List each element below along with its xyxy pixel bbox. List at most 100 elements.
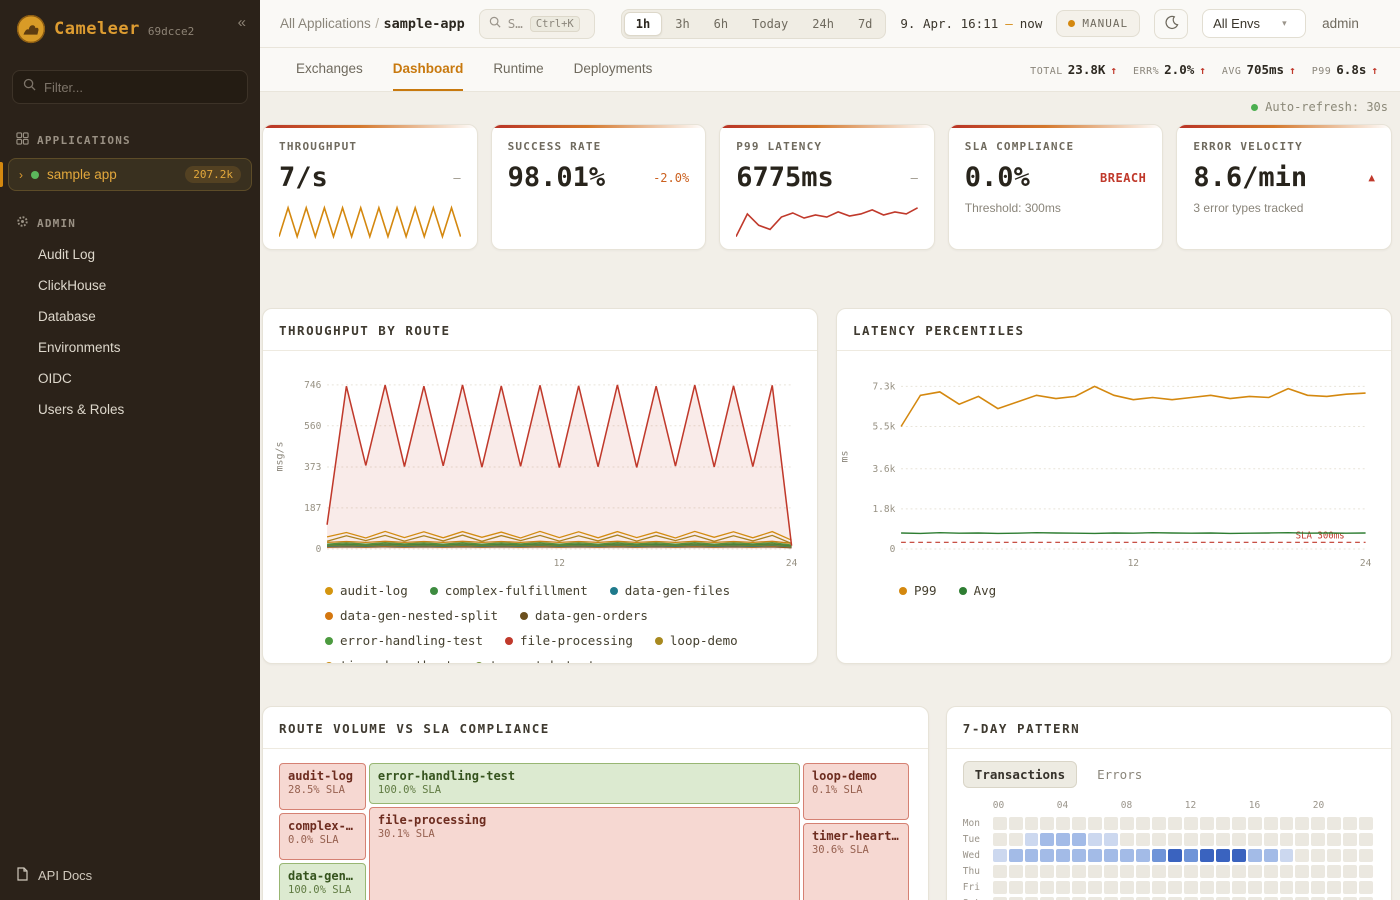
legend-item-timer-heartbeat[interactable]: timer-heartbeat xyxy=(325,658,453,664)
sidebar-header: Cameleer 69dcce2 « xyxy=(0,0,260,54)
tab-runtime[interactable]: Runtime xyxy=(493,48,543,91)
legend-dot-icon xyxy=(430,587,438,595)
filter-input[interactable] xyxy=(44,80,237,95)
heatmap-cell xyxy=(1264,865,1278,878)
dark-mode-toggle[interactable] xyxy=(1154,9,1188,39)
tile-label: timer-heartbeat xyxy=(812,829,900,843)
heatmap-day-label: Wed xyxy=(963,850,993,861)
legend-item-error-handling-test[interactable]: error-handling-test xyxy=(325,633,483,648)
env-select[interactable]: All Envs ▾ xyxy=(1202,9,1306,38)
heatmap-tab-errors[interactable]: Errors xyxy=(1085,761,1154,788)
collapse-sidebar-button[interactable]: « xyxy=(238,14,246,31)
kpi-change: BREACH xyxy=(1100,171,1146,185)
latency-chart: 01.8k3.6k5.5k7.3k1224SLA 300ms xyxy=(863,361,1377,573)
svg-text:3.6k: 3.6k xyxy=(872,464,895,475)
tile-sla-value: 0.0% SLA xyxy=(288,834,357,846)
tab-dashboard[interactable]: Dashboard xyxy=(393,48,464,91)
time-range-6h[interactable]: 6h xyxy=(703,12,739,36)
heatmap-cell xyxy=(1280,833,1294,846)
treemap-tile-file-processing[interactable]: file-processing30.1% SLA xyxy=(369,807,800,900)
global-search[interactable]: S… Ctrl+K xyxy=(479,9,595,39)
tab-deployments[interactable]: Deployments xyxy=(574,48,653,91)
stat-avg: AVG705ms↑ xyxy=(1222,62,1296,77)
throughput-chart: 01873735607461224 xyxy=(289,361,803,573)
user-menu[interactable]: admin xyxy=(1322,16,1359,31)
sidebar-item-environments[interactable]: Environments xyxy=(0,332,260,363)
heatmap-cell xyxy=(1200,849,1214,862)
heatmap-cell xyxy=(1168,865,1182,878)
heatmap-cell xyxy=(993,833,1007,846)
breadcrumb-parent[interactable]: All Applications xyxy=(280,16,371,31)
tabbar: Exchanges Dashboard Runtime Deployments TOT… xyxy=(260,48,1400,92)
heatmap-cell xyxy=(1264,881,1278,894)
heatmap-cell xyxy=(1088,849,1102,862)
legend-label: file-processing xyxy=(520,633,633,648)
treemap-tile-audit-log[interactable]: audit-log28.5% SLA xyxy=(279,763,366,810)
legend-item-data-gen-files[interactable]: data-gen-files xyxy=(610,583,730,598)
heatmap-tab-transactions[interactable]: Transactions xyxy=(963,761,1077,788)
heatmap-cell xyxy=(1232,817,1246,830)
legend-item-file-processing[interactable]: file-processing xyxy=(505,633,633,648)
sidebar-item-sample-app[interactable]: › sample app 207.2k xyxy=(8,158,252,191)
legend-dot-icon xyxy=(475,662,483,665)
legend-item-try-catch-test[interactable]: try-catch-test xyxy=(475,658,595,664)
admin-section-header: ADMIN xyxy=(0,215,260,231)
time-range-3h[interactable]: 3h xyxy=(664,12,700,36)
time-range-7d[interactable]: 7d xyxy=(847,12,883,36)
api-docs-label: API Docs xyxy=(38,868,92,883)
treemap-tile-error-handling-test[interactable]: error-handling-test100.0% SLA xyxy=(369,763,800,804)
heatmap-cell xyxy=(1088,833,1102,846)
heatmap-cell xyxy=(1311,833,1325,846)
heatmap-cell xyxy=(1200,881,1214,894)
legend-label: audit-log xyxy=(340,583,408,598)
treemap-tile-data-gen-files[interactable]: data-gen-files100.0% SLA xyxy=(279,863,366,900)
sidebar-item-clickhouse[interactable]: ClickHouse xyxy=(0,270,260,301)
treemap-tile-loop-demo[interactable]: loop-demo0.1% SLA xyxy=(803,763,909,820)
legend-item-p99[interactable]: P99 xyxy=(899,583,937,598)
svg-text:0: 0 xyxy=(316,544,322,555)
heatmap-cell xyxy=(993,865,1007,878)
tile-label: loop-demo xyxy=(812,769,900,783)
heatmap-cell xyxy=(1359,881,1373,894)
sidebar-filter[interactable] xyxy=(12,70,248,104)
time-range-group: 1h3h6hToday24h7d xyxy=(621,9,887,39)
heatmap-cell xyxy=(1088,865,1102,878)
legend-item-audit-log[interactable]: audit-log xyxy=(325,583,408,598)
legend-item-avg[interactable]: Avg xyxy=(959,583,997,598)
heatmap-cell xyxy=(1280,865,1294,878)
heatmap-cell xyxy=(1009,817,1023,830)
heatmap-cell xyxy=(1343,817,1357,830)
heatmap-row-wed: Wed xyxy=(963,848,1375,863)
time-range-today[interactable]: Today xyxy=(741,12,799,36)
svg-text:0: 0 xyxy=(890,544,896,555)
kpi-change: -2.0% xyxy=(653,171,689,185)
legend-item-data-gen-orders[interactable]: data-gen-orders xyxy=(520,608,648,623)
kpi-card-sla-compliance: SLA COMPLIANCE0.0%BREACHThreshold: 300ms xyxy=(948,124,1164,250)
tab-exchanges[interactable]: Exchanges xyxy=(296,48,363,91)
admin-nav: Audit LogClickHouseDatabaseEnvironmentsO… xyxy=(0,239,260,425)
treemap-tile-timer-heartbeat[interactable]: timer-heartbeat30.6% SLA xyxy=(803,823,909,900)
legend-item-loop-demo[interactable]: loop-demo xyxy=(655,633,738,648)
heatmap-cell xyxy=(1025,833,1039,846)
treemap-tile-complex-fulfillment[interactable]: complex-fulfillment0.0% SLA xyxy=(279,813,366,859)
heatmap-cell xyxy=(1232,833,1246,846)
heatmap-cell xyxy=(1216,817,1230,830)
sidebar-item-users-roles[interactable]: Users & Roles xyxy=(0,394,260,425)
heatmap-cell xyxy=(1136,865,1150,878)
heatmap-row-mon: Mon xyxy=(963,816,1375,831)
sidebar-item-oidc[interactable]: OIDC xyxy=(0,363,260,394)
heatmap-cell xyxy=(1072,881,1086,894)
api-docs-link[interactable]: API Docs xyxy=(0,851,260,900)
heatmap-row-tue: Tue xyxy=(963,832,1375,847)
manual-refresh-button[interactable]: MANUAL xyxy=(1056,10,1140,37)
stat-total: TOTAL23.8K↑ xyxy=(1030,62,1117,77)
heatmap-cell xyxy=(1216,865,1230,878)
legend-item-complex-fulfillment[interactable]: complex-fulfillment xyxy=(430,583,588,598)
time-range-1h[interactable]: 1h xyxy=(624,12,662,36)
sidebar-item-audit-log[interactable]: Audit Log xyxy=(0,239,260,270)
time-range-24h[interactable]: 24h xyxy=(801,12,845,36)
sidebar-item-database[interactable]: Database xyxy=(0,301,260,332)
tile-sla-value: 0.1% SLA xyxy=(812,784,900,796)
document-icon xyxy=(16,867,29,884)
legend-item-data-gen-nested-split[interactable]: data-gen-nested-split xyxy=(325,608,498,623)
